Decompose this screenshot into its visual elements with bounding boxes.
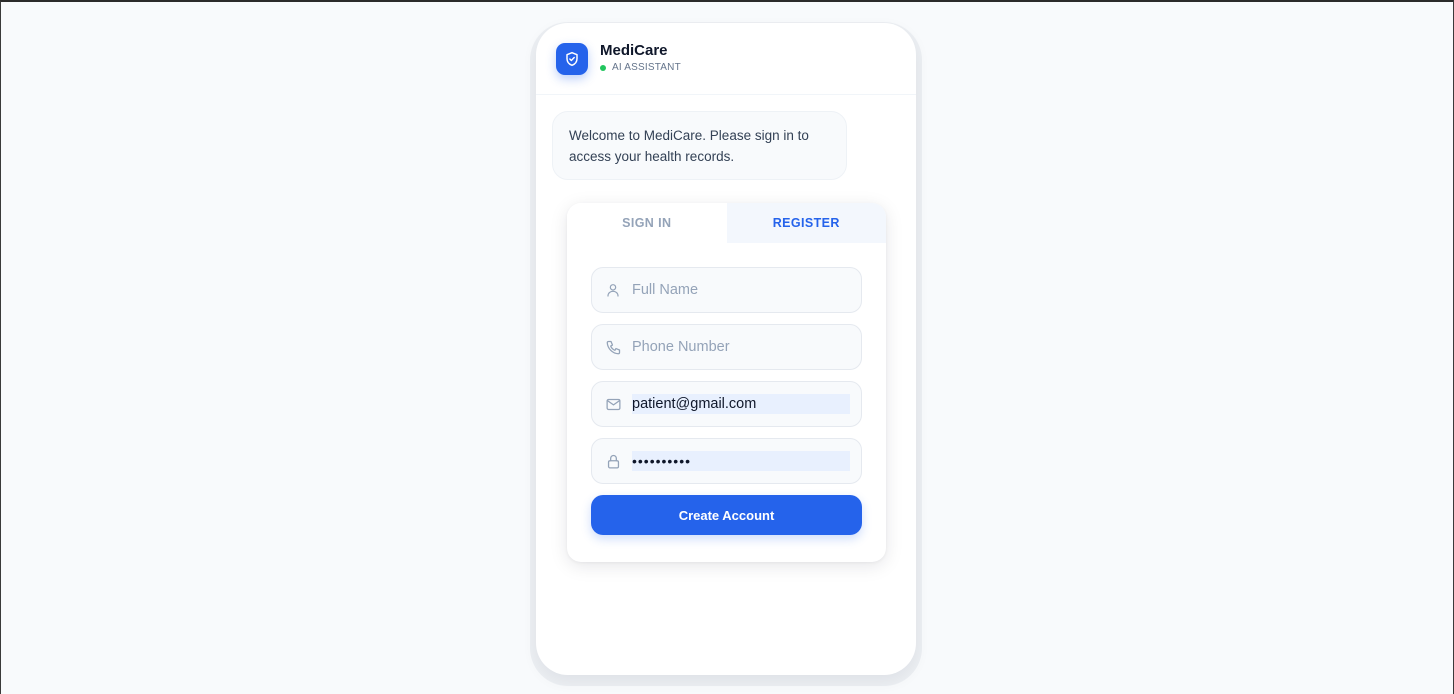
password-input[interactable] [632,451,850,471]
phone-field[interactable] [591,324,862,370]
tab-sign-in[interactable]: SIGN IN [567,203,727,243]
app-header: MediCare AI ASSISTANT [536,23,916,95]
email-input[interactable] [632,394,850,414]
tab-register[interactable]: REGISTER [726,203,886,243]
mail-icon [604,395,622,413]
phone-frame: MediCare AI ASSISTANT Welcome to MediCar… [536,23,916,675]
brand: MediCare AI ASSISTANT [600,42,681,73]
create-account-button[interactable]: Create Account [591,495,862,535]
full-name-input[interactable] [632,280,850,300]
full-name-field[interactable] [591,267,862,313]
app-status: AI ASSISTANT [600,62,681,73]
assistant-message-bubble: Welcome to MediCare. Please sign in to a… [552,111,847,180]
lock-icon [604,452,622,470]
phone-input[interactable] [632,337,850,357]
app-subtitle: AI ASSISTANT [612,62,681,73]
phone-icon [604,338,622,356]
auth-card: SIGN IN REGISTER Full Name Phone Number … [567,203,886,562]
auth-tabs: SIGN IN REGISTER [567,203,886,243]
shield-check-icon [556,42,588,75]
app-name: MediCare [600,42,668,59]
password-field[interactable] [591,438,862,484]
online-status-dot [600,64,606,71]
register-form: Create Account [567,243,886,535]
user-icon [604,281,622,299]
email-field[interactable] [591,381,862,427]
